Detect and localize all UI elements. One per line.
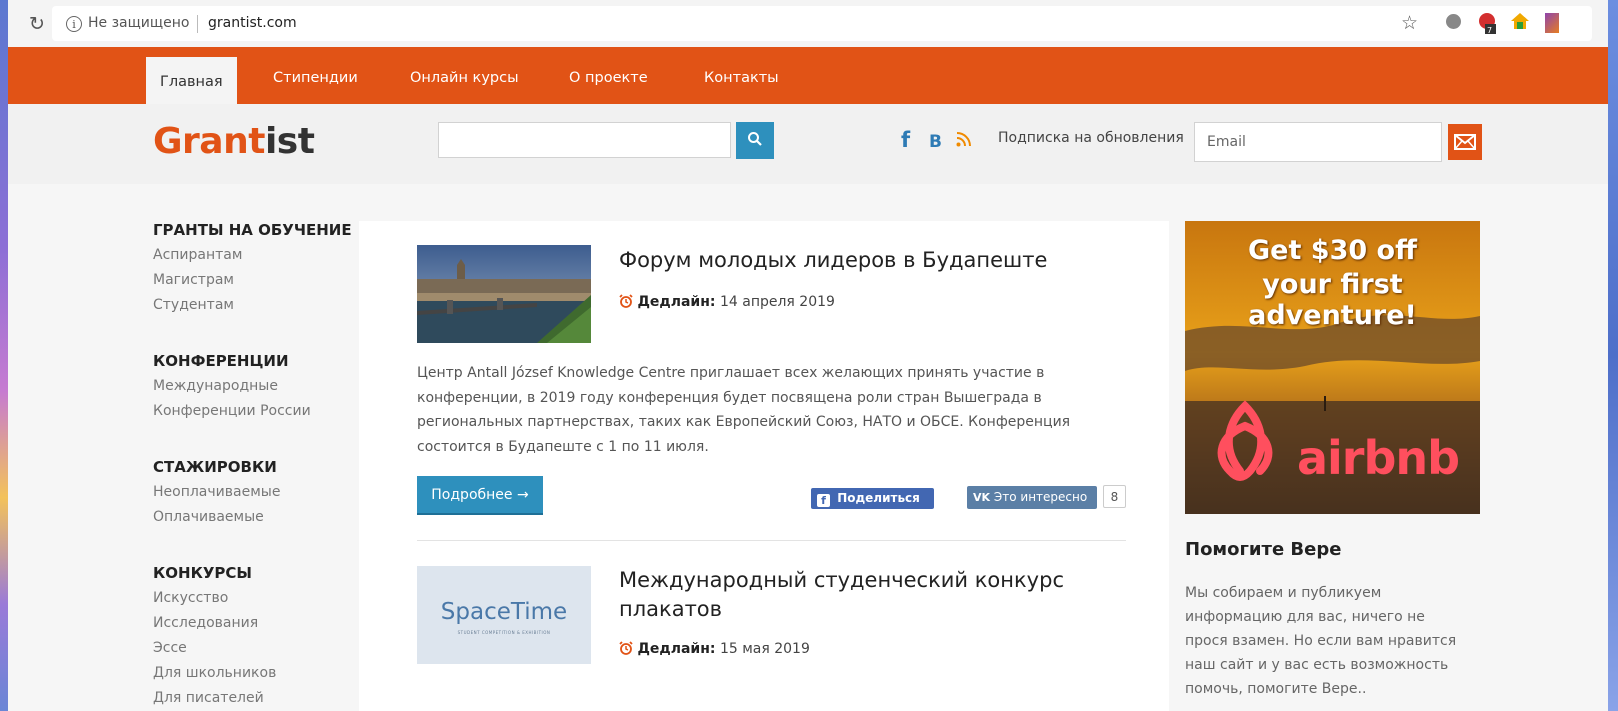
nav-item-scholarships[interactable]: Стипендии <box>273 47 358 104</box>
category-link[interactable]: Эссе <box>153 639 363 657</box>
spacetime-subtitle: STUDENT COMPETITION & EXHIBITION <box>457 630 551 635</box>
email-input[interactable] <box>1194 122 1442 162</box>
help-title: Помогите Вере <box>1185 539 1342 560</box>
logo-part-2: ist <box>264 121 315 162</box>
category-link[interactable]: Студентам <box>153 296 363 314</box>
search-input[interactable] <box>438 122 731 158</box>
search-icon <box>748 132 762 146</box>
read-more-button[interactable]: Подробнее → <box>417 476 543 513</box>
post-thumbnail-budapest[interactable] <box>417 245 591 343</box>
vk-icon: VK <box>973 491 991 504</box>
post-thumbnail-spacetime[interactable]: SpaceTime STUDENT COMPETITION & EXHIBITI… <box>417 566 591 664</box>
desktop-background-right <box>1608 0 1618 711</box>
post-list: Форум молодых лидеров в Будапеште Дедлай… <box>359 221 1169 711</box>
facebook-icon: f <box>817 494 830 507</box>
spacetime-logo: SpaceTime <box>440 599 568 625</box>
adblock-extension-icon[interactable]: 7 <box>1478 12 1496 35</box>
subscribe-label: Подписка на обновления <box>998 130 1184 146</box>
post-title[interactable]: Международный студенческий конкурс плака… <box>619 566 1119 624</box>
category-link[interactable]: Аспирантам <box>153 246 363 264</box>
deadline-date: 14 апреля 2019 <box>719 294 835 310</box>
opera-extension-icon[interactable] <box>1446 14 1461 29</box>
post-excerpt: Центр Antall József Knowledge Centre при… <box>417 365 1071 455</box>
airbnb-logo: airbnb <box>1297 431 1460 485</box>
deadline-label: Дедлайн: <box>637 641 716 657</box>
help-text: Мы собираем и публикуем информацию для в… <box>1185 585 1457 697</box>
home-extension-icon[interactable] <box>1510 11 1530 33</box>
rss-icon[interactable] <box>956 132 971 151</box>
facebook-share-button[interactable]: f Поделиться 31 <box>811 488 934 526</box>
deadline-label: Дедлайн: <box>637 294 716 310</box>
vk-share-button[interactable]: VK Это интересно <box>967 486 1097 509</box>
extension-icon[interactable] <box>1545 13 1559 33</box>
main-navigation: Главная Стипендии Онлайн курсы О проекте… <box>8 47 1608 104</box>
vk-share-count: 8 <box>1103 485 1126 508</box>
ad-headline-line-2: your first adventure! <box>1248 269 1417 331</box>
category-link[interactable]: Для писателей <box>153 689 363 707</box>
logo-part-1: Grant <box>153 121 265 162</box>
url-separator <box>197 15 198 33</box>
vk-icon[interactable]: B <box>929 132 942 152</box>
nav-item-online-courses[interactable]: Онлайн курсы <box>410 47 519 104</box>
reload-icon[interactable]: ↻ <box>25 12 49 36</box>
post-divider <box>417 540 1126 541</box>
address-bar: ↻ i Не защищено grantist.com ☆ 7 <box>8 0 1608 48</box>
category-link[interactable]: Международные <box>153 377 363 395</box>
site-header: Grantist f B Подписка на обновления <box>8 104 1608 184</box>
envelope-icon <box>1454 134 1476 150</box>
alarm-clock-icon <box>619 294 633 308</box>
post-deadline: Дедлайн: 14 апреля 2019 <box>619 294 835 310</box>
category-link[interactable]: Конференции России <box>153 402 363 420</box>
category-title[interactable]: СТАЖИРОВКИ <box>153 458 363 476</box>
browser-window: ↻ i Не защищено grantist.com ☆ 7 Главная… <box>8 0 1608 711</box>
vk-share-label: Это интересно <box>993 490 1088 504</box>
search-button[interactable] <box>736 122 774 159</box>
deadline-date: 15 мая 2019 <box>719 641 810 657</box>
url-box[interactable]: i Не защищено grantist.com <box>52 6 1592 41</box>
category-link[interactable]: Оплачиваемые <box>153 508 363 526</box>
nav-item-about[interactable]: О проекте <box>569 47 648 104</box>
category-link[interactable]: Для школьников <box>153 664 363 682</box>
bookmark-star-icon[interactable]: ☆ <box>1401 14 1418 33</box>
category-link[interactable]: Исследования <box>153 614 363 632</box>
facebook-icon[interactable]: f <box>901 128 910 152</box>
svg-text:7: 7 <box>1487 26 1492 34</box>
airbnb-ad-banner[interactable]: Get $30 off your first adventure! airbnb <box>1185 221 1480 514</box>
category-title[interactable]: КОНКУРСЫ <box>153 564 363 582</box>
info-icon[interactable]: i <box>66 16 82 32</box>
nav-item-home[interactable]: Главная <box>146 57 237 104</box>
alarm-clock-icon <box>619 641 633 655</box>
post-title[interactable]: Форум молодых лидеров в Будапеште <box>619 246 1119 275</box>
post-deadline: Дедлайн: 15 мая 2019 <box>619 641 810 657</box>
category-title[interactable]: ГРАНТЫ НА ОБУЧЕНИЕ <box>153 221 363 239</box>
category-title[interactable]: КОНФЕРЕНЦИИ <box>153 352 363 370</box>
insecure-label: Не защищено <box>88 15 190 31</box>
category-link[interactable]: Магистрам <box>153 271 363 289</box>
category-link[interactable]: Неоплачиваемые <box>153 483 363 501</box>
category-link[interactable]: Искусство <box>153 589 363 607</box>
ad-headline-line-1: Get $30 off <box>1248 235 1417 266</box>
site-logo[interactable]: Grantist <box>153 121 315 162</box>
subscribe-button[interactable] <box>1448 124 1482 160</box>
category-sidebar: ГРАНТЫ НА ОБУЧЕНИЕ Аспирантам Магистрам … <box>153 184 363 707</box>
url-text[interactable]: grantist.com <box>208 15 297 31</box>
nav-item-contacts[interactable]: Контакты <box>704 47 779 104</box>
